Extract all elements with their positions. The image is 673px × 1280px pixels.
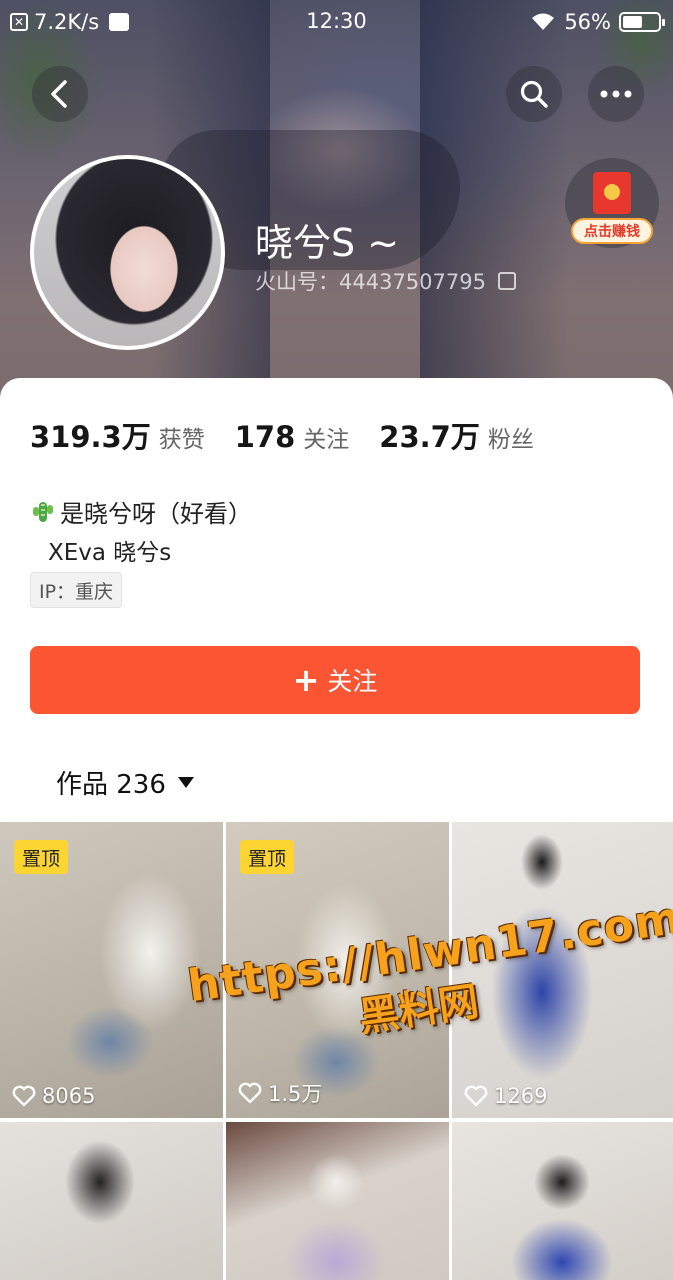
wifi-icon <box>532 13 555 30</box>
more-button[interactable] <box>588 66 644 122</box>
red-envelope-icon <box>593 172 631 214</box>
tab-works-label: 作品 236 <box>56 770 166 800</box>
caret-down-icon <box>177 777 194 788</box>
video-grid: 置顶 8065 置顶 1.5万 1269 <box>0 822 673 1280</box>
heart-icon <box>464 1085 488 1107</box>
more-icon <box>600 90 632 98</box>
bio-line-1-text: 是晓兮呀（好看） <box>60 500 252 528</box>
video-tile[interactable] <box>226 1122 449 1280</box>
status-right: 56% <box>530 10 665 34</box>
video-tile[interactable] <box>0 1122 223 1280</box>
plus-icon: + <box>292 661 320 699</box>
battery-percent: 56% <box>564 10 611 34</box>
profile-id-text: 火山号：44437507795 <box>255 270 486 294</box>
profile-stats: 319.3万 获赞 178 关注 23.7万 粉丝 <box>30 414 564 456</box>
video-tile[interactable] <box>452 1122 673 1280</box>
bio-line-1: 是晓兮呀（好看） <box>30 494 252 529</box>
tab-works[interactable]: 作品 236 <box>56 764 194 801</box>
tile-likes-count: 1269 <box>494 1084 548 1108</box>
stat-following-label: 关注 <box>303 427 350 453</box>
search-button[interactable] <box>506 66 562 122</box>
stat-followers[interactable]: 23.7万 粉丝 <box>379 414 534 456</box>
tile-likes: 1269 <box>464 1084 547 1108</box>
ip-location-tag: IP：重庆 <box>30 572 123 608</box>
profile-id: 火山号：44437507795 <box>255 266 516 296</box>
stat-likes-label: 获赞 <box>158 427 205 453</box>
bio-line-2: XEva 晓兮s <box>48 540 172 566</box>
stat-followers-count: 23.7万 <box>379 420 480 454</box>
stat-following-count: 178 <box>234 420 296 454</box>
tile-likes-count: 8065 <box>42 1084 96 1108</box>
stat-likes[interactable]: 319.3万 获赞 <box>30 414 205 456</box>
back-button[interactable] <box>32 66 88 122</box>
pinned-badge: 置顶 <box>14 840 69 874</box>
heart-icon <box>238 1082 262 1104</box>
cactus-emoji-icon <box>33 501 53 522</box>
stat-following[interactable]: 178 关注 <box>235 420 350 454</box>
avatar[interactable] <box>30 155 225 350</box>
follow-label: 关注 <box>327 667 378 696</box>
stat-followers-label: 粉丝 <box>487 427 534 453</box>
tile-likes: 1.5万 <box>238 1078 322 1108</box>
tile-likes-count: 1.5万 <box>268 1082 323 1106</box>
profile-name: 晓兮S ~ <box>255 221 400 265</box>
copy-icon[interactable] <box>497 272 516 290</box>
tile-likes: 8065 <box>12 1084 95 1108</box>
chevron-left-icon <box>51 80 67 108</box>
heart-icon <box>12 1085 36 1107</box>
follow-button[interactable]: + 关注 <box>30 646 640 714</box>
status-bar: ✕ 7.2K/s 12:30 56% <box>0 0 673 48</box>
red-envelope-promo[interactable]: 点击赚钱 <box>565 158 659 248</box>
profile-card: 319.3万 获赞 178 关注 23.7万 粉丝 是晓兮呀（好看） XEva … <box>0 378 673 823</box>
stat-likes-count: 319.3万 <box>30 420 151 454</box>
pinned-badge: 置顶 <box>240 840 295 874</box>
battery-icon <box>619 12 665 32</box>
battery-fill <box>623 16 643 28</box>
search-icon <box>520 80 548 108</box>
promo-cta: 点击赚钱 <box>571 218 653 244</box>
